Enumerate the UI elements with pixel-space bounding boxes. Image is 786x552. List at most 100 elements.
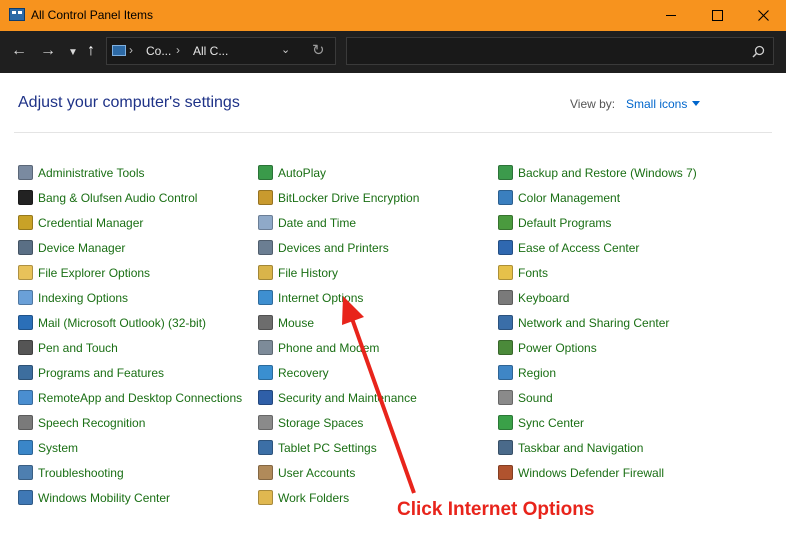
forward-arrow-icon[interactable]: → [40, 41, 56, 61]
address-field[interactable]: › Co... › All C... ⌄ ↻ [106, 37, 336, 65]
control-panel-item[interactable]: Security and Maintenance [258, 385, 419, 410]
control-panel-item[interactable]: Internet Options [258, 285, 419, 310]
control-panel-item[interactable]: Windows Defender Firewall [498, 460, 697, 485]
control-panel-item[interactable]: Mail (Microsoft Outlook) (32-bit) [18, 310, 242, 335]
up-arrow-icon[interactable]: ↑ [87, 41, 95, 61]
control-panel-item[interactable]: Taskbar and Navigation [498, 435, 697, 460]
control-panel-item[interactable]: AutoPlay [258, 160, 419, 185]
item-label: Programs and Features [38, 365, 165, 380]
item-label: User Accounts [278, 465, 356, 480]
control-panel-item[interactable]: Phone and Modem [258, 335, 419, 360]
control-panel-item[interactable]: Color Management [498, 185, 697, 210]
header-divider [14, 132, 772, 133]
control-panel-item[interactable]: Network and Sharing Center [498, 310, 697, 335]
control-panel-item[interactable]: BitLocker Drive Encryption [258, 185, 419, 210]
control-panel-item[interactable]: Backup and Restore (Windows 7) [498, 160, 697, 185]
item-label: Speech Recognition [38, 415, 146, 430]
indexing-icon [18, 290, 33, 305]
view-by-dropdown[interactable]: Small icons [626, 97, 687, 111]
item-label: AutoPlay [278, 165, 327, 180]
search-input[interactable] [346, 37, 774, 65]
chevron-down-icon[interactable]: ⌄ [281, 43, 290, 56]
minimize-button[interactable] [648, 0, 694, 31]
control-panel-item[interactable]: Speech Recognition [18, 410, 242, 435]
control-panel-item[interactable]: Fonts [498, 260, 697, 285]
folder-options-icon [18, 265, 33, 280]
control-panel-item[interactable]: Region [498, 360, 697, 385]
system-icon [18, 440, 33, 455]
control-panel-icon [9, 8, 25, 21]
control-panel-item[interactable]: Credential Manager [18, 210, 242, 235]
item-label: Sound [518, 390, 553, 405]
item-label: Mouse [278, 315, 315, 330]
maximize-button[interactable] [694, 0, 740, 31]
item-label: Indexing Options [38, 290, 129, 305]
item-label: Troubleshooting [38, 465, 124, 480]
keyboard-icon [498, 290, 513, 305]
item-label: RemoteApp and Desktop Connections [38, 390, 243, 405]
item-label: File History [278, 265, 339, 280]
control-panel-item[interactable]: User Accounts [258, 460, 419, 485]
flag-icon [258, 390, 273, 405]
users-icon [258, 465, 273, 480]
control-panel-item[interactable]: Troubleshooting [18, 460, 242, 485]
refresh-icon[interactable]: ↻ [312, 41, 325, 59]
control-panel-item[interactable]: Indexing Options [18, 285, 242, 310]
item-label: Default Programs [518, 215, 612, 230]
back-arrow-icon[interactable]: ← [11, 41, 27, 61]
control-panel-item[interactable]: Default Programs [498, 210, 697, 235]
view-by-label: View by: [570, 97, 616, 111]
item-label: Ease of Access Center [518, 240, 640, 255]
breadcrumb-all-items[interactable]: All C... [193, 44, 228, 58]
item-label: Phone and Modem [278, 340, 380, 355]
control-panel-item[interactable]: RemoteApp and Desktop Connections [18, 385, 242, 410]
phone-icon [258, 340, 273, 355]
control-panel-item[interactable]: System [18, 435, 242, 460]
control-panel-item[interactable]: Storage Spaces [258, 410, 419, 435]
fonts-icon [498, 265, 513, 280]
control-panel-item[interactable]: Date and Time [258, 210, 419, 235]
chevron-down-icon[interactable] [692, 101, 700, 106]
maximize-icon [711, 10, 723, 21]
control-panel-item[interactable]: Device Manager [18, 235, 242, 260]
item-label: Device Manager [38, 240, 126, 255]
recent-locations-icon[interactable]: ▼ [68, 43, 78, 63]
breadcrumb-control-panel[interactable]: Co... [146, 44, 171, 58]
item-label: Region [518, 365, 557, 380]
control-panel-item[interactable]: Ease of Access Center [498, 235, 697, 260]
date-time-icon [258, 215, 273, 230]
control-panel-item[interactable]: Bang & Olufsen Audio Control [18, 185, 242, 210]
remote-desktop-icon [18, 390, 33, 405]
close-button[interactable] [740, 0, 786, 31]
programs-icon [18, 365, 33, 380]
troubleshooting-icon [18, 465, 33, 480]
control-panel-item[interactable]: Work Folders [258, 485, 419, 510]
control-panel-item[interactable]: Recovery [258, 360, 419, 385]
item-label: Pen and Touch [38, 340, 118, 355]
control-panel-item[interactable]: Sync Center [498, 410, 697, 435]
control-panel-item[interactable]: File Explorer Options [18, 260, 242, 285]
control-panel-item[interactable]: Tablet PC Settings [258, 435, 419, 460]
network-icon [498, 315, 513, 330]
control-panel-item[interactable]: Power Options [498, 335, 697, 360]
item-label: Backup and Restore (Windows 7) [518, 165, 697, 180]
address-bar: ← → ▼ ↑ › Co... › All C... ⌄ ↻ [0, 31, 786, 73]
item-label: Keyboard [518, 290, 570, 305]
control-panel-breadcrumb-icon [112, 45, 126, 56]
printer-icon [258, 240, 273, 255]
item-label: Tablet PC Settings [278, 440, 377, 455]
control-panel-item[interactable]: Windows Mobility Center [18, 485, 242, 510]
control-panel-item[interactable]: File History [258, 260, 419, 285]
control-panel-item[interactable]: Programs and Features [18, 360, 242, 385]
storage-icon [258, 415, 273, 430]
item-label: Recovery [278, 365, 329, 380]
item-label: System [38, 440, 79, 455]
control-panel-item[interactable]: Devices and Printers [258, 235, 419, 260]
control-panel-item[interactable]: Mouse [258, 310, 419, 335]
control-panel-item[interactable]: Keyboard [498, 285, 697, 310]
control-panel-item[interactable]: Sound [498, 385, 697, 410]
control-panel-item[interactable]: Administrative Tools [18, 160, 242, 185]
item-label: Windows Defender Firewall [518, 465, 665, 480]
firewall-icon [498, 465, 513, 480]
control-panel-item[interactable]: Pen and Touch [18, 335, 242, 360]
